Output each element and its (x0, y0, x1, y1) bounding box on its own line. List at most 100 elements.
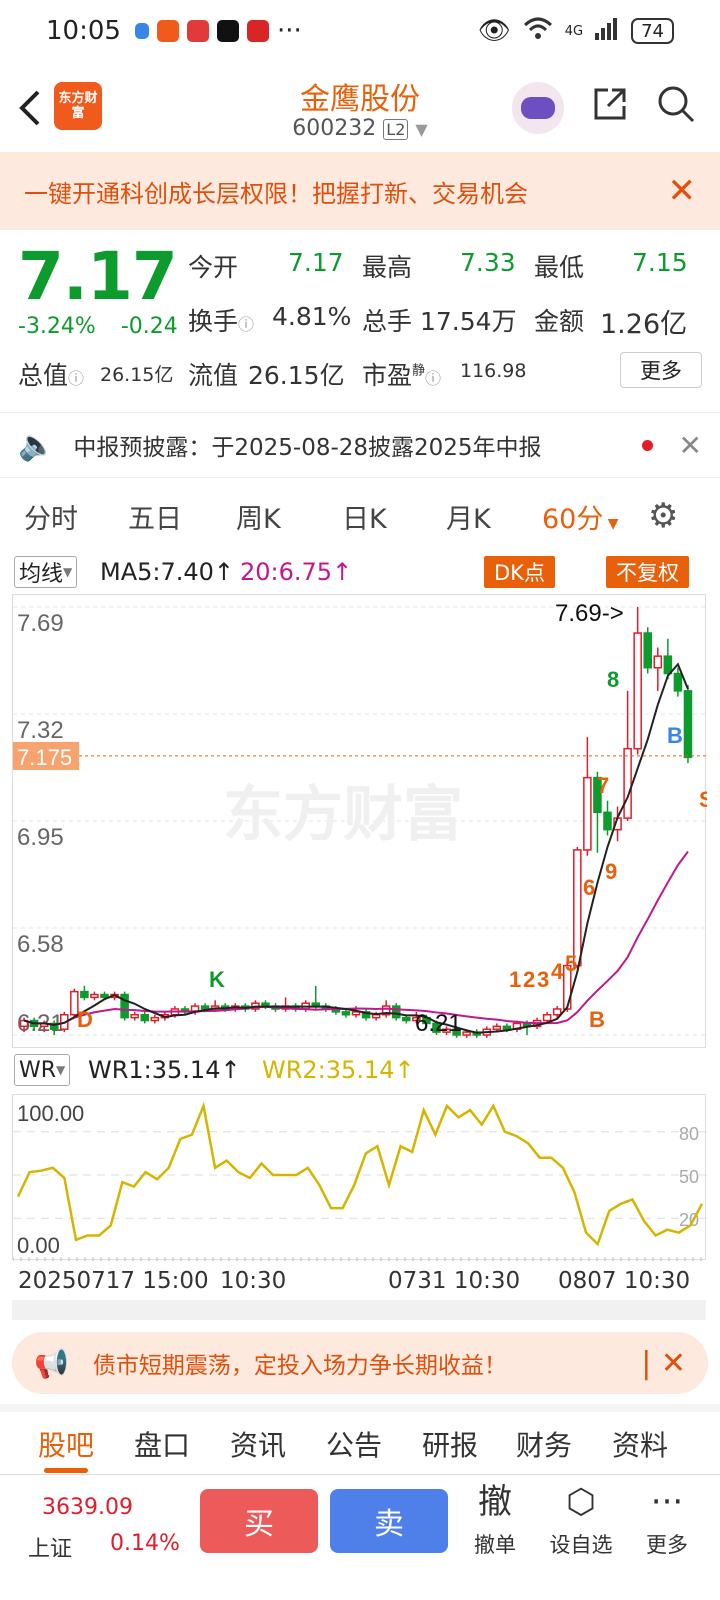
signal-marker: 4 (551, 959, 564, 984)
wr-chart[interactable]: 80 50 20 100.00 0.00 (12, 1094, 707, 1261)
candle-body (492, 1025, 502, 1030)
signal-marker: S (699, 787, 707, 812)
tab-weekly-k[interactable]: 周K (236, 497, 281, 536)
tiktok-icon (216, 20, 239, 42)
cancel-order-icon: 撤 (478, 1482, 512, 1522)
candle-body (130, 1014, 139, 1019)
add-watchlist-button[interactable]: ⬡ 设自选 (536, 1481, 626, 1559)
sell-button[interactable]: 卖 (330, 1489, 448, 1553)
close-icon[interactable]: ✕ (668, 171, 697, 211)
more-button[interactable]: 更多 (620, 352, 702, 388)
promo-banner[interactable]: 一键开通科创成长层权限！把握打新、交易机会 ✕ (0, 152, 720, 230)
candle-body (150, 1016, 160, 1022)
tab-finance[interactable]: 财务 (516, 1424, 572, 1464)
close-icon[interactable]: ✕ (679, 429, 702, 462)
wr-selector-label: WR (19, 1057, 57, 1083)
index-name[interactable]: 上证 (28, 1531, 72, 1563)
tab-daily-k[interactable]: 日K (342, 497, 387, 536)
info-icon[interactable]: ⓘ (68, 369, 84, 388)
dropdown-triangle-icon: ▼ (56, 1063, 66, 1077)
signal-marker: B (667, 723, 683, 748)
candle-body (200, 1005, 210, 1010)
signal-marker: B (589, 1007, 605, 1032)
fund-promo-banner[interactable]: 📢 债市短期震荡，定投入场力争长期收益！ | ✕ (12, 1332, 708, 1394)
app-notification-icon (246, 20, 269, 42)
signal-marker: K (209, 967, 225, 992)
wr-right-tick: 50 (679, 1167, 699, 1187)
high-label: 最高 (362, 253, 413, 282)
signal-marker: 7 (597, 773, 609, 798)
network-type: 4G (564, 23, 584, 39)
wr-selector[interactable]: WR ▼ (14, 1054, 71, 1086)
cancel-order-label: 撤单 (474, 1533, 516, 1557)
candle-body (261, 1002, 270, 1007)
mktcap-value: 26.15亿 (100, 364, 174, 386)
info-icon[interactable]: ⓘ (238, 315, 254, 334)
candle-body (603, 811, 612, 831)
tab-monthly-k[interactable]: 月K (446, 497, 491, 536)
tab-research[interactable]: 研报 (422, 1424, 478, 1464)
gear-icon[interactable]: ⚙ (648, 496, 678, 536)
tab-timeshare[interactable]: 分时 (24, 497, 78, 536)
candle-body (80, 990, 89, 999)
tab-five-day[interactable]: 五日 (128, 497, 182, 536)
y-tick-label: 7.32 (17, 717, 64, 744)
open-cell: 今开 (188, 248, 238, 284)
tab-pankou[interactable]: 盘口 (134, 1424, 190, 1464)
signal-marker: 5 (565, 951, 577, 976)
tab-news[interactable]: 资讯 (230, 1424, 286, 1464)
open-label: 今开 (188, 253, 239, 282)
notice-text: 中报预披露：于2025-08-28披露2025年中报 (73, 435, 542, 461)
low-value: 7.15 (632, 248, 688, 277)
more-menu-button[interactable]: ··· 更多 (622, 1481, 712, 1559)
chart-scroll-band[interactable] (12, 1300, 706, 1320)
dk-point-button[interactable]: DK点 (484, 556, 555, 588)
wr1-value: WR1:35.14↑ (88, 1056, 241, 1084)
kline-chart[interactable]: 7.697.326.956.586.21东方财富7.1757.69->6.21D… (12, 594, 714, 1048)
tab-guba[interactable]: 股吧 (38, 1424, 94, 1464)
share-icon[interactable] (590, 84, 630, 133)
candle-body (90, 993, 99, 999)
signal-marker: 6 (583, 875, 595, 900)
signal-icon (595, 17, 619, 45)
candle-body (402, 1016, 411, 1022)
volume-label: 总手 (362, 307, 413, 336)
search-icon[interactable] (656, 84, 696, 133)
mktcap-label: 总值ⓘ (18, 356, 84, 392)
ma-selector[interactable]: 均线 ▼ (14, 556, 78, 588)
change-percent: -3.24% (18, 314, 96, 339)
buy-button[interactable]: 买 (200, 1489, 318, 1553)
promo-banner-text: 一键开通科创成长层权限！把握打新、交易机会 (24, 179, 528, 208)
wr-svg: 805020100.000.00 (12, 1101, 707, 1261)
candle-body (552, 1008, 562, 1016)
tab-60min[interactable]: 60分 ▼ (542, 497, 619, 536)
status-app-icons: ··· (134, 16, 302, 46)
close-icon[interactable]: | ✕ (641, 1346, 686, 1381)
tab-60min-label: 60分 (542, 503, 604, 535)
candle-body (140, 1014, 150, 1022)
kline-svg: 7.697.326.956.586.21东方财富7.1757.69->6.21D… (13, 600, 714, 1038)
info-icon[interactable]: ⓘ (425, 369, 441, 388)
wr-right-tick: 80 (679, 1124, 699, 1144)
amount-value: 1.26亿 (600, 309, 688, 340)
signal-marker: 2 (523, 967, 535, 992)
tab-announcement[interactable]: 公告 (326, 1424, 382, 1464)
tab-profile[interactable]: 资料 (612, 1424, 668, 1464)
current-price-label: 7.175 (17, 745, 72, 770)
index-value[interactable]: 3639.09 (42, 1495, 133, 1520)
signal-marker: 1 (509, 967, 521, 992)
cancel-order-button[interactable]: 撤 撤单 (450, 1481, 540, 1559)
watermark: 东方财富 (223, 780, 463, 850)
more-notifications-icon: ··· (276, 16, 302, 46)
float-value: 26.15亿 (248, 361, 345, 390)
active-tab-underline (44, 1468, 88, 1473)
ai-assistant-icon[interactable] (512, 82, 564, 134)
status-time: 10:05 (46, 16, 121, 46)
wr-top-tick: 100.00 (17, 1101, 84, 1126)
float-label: 流值 (188, 361, 239, 390)
candle-body (663, 655, 673, 675)
price-change: -3.24% -0.24 (18, 314, 196, 339)
candle-body (673, 672, 683, 692)
adjust-button[interactable]: 不复权 (606, 556, 689, 588)
notice-bar[interactable]: 🔈 中报预披露：于2025-08-28披露2025年中报 ✕ (0, 412, 720, 478)
